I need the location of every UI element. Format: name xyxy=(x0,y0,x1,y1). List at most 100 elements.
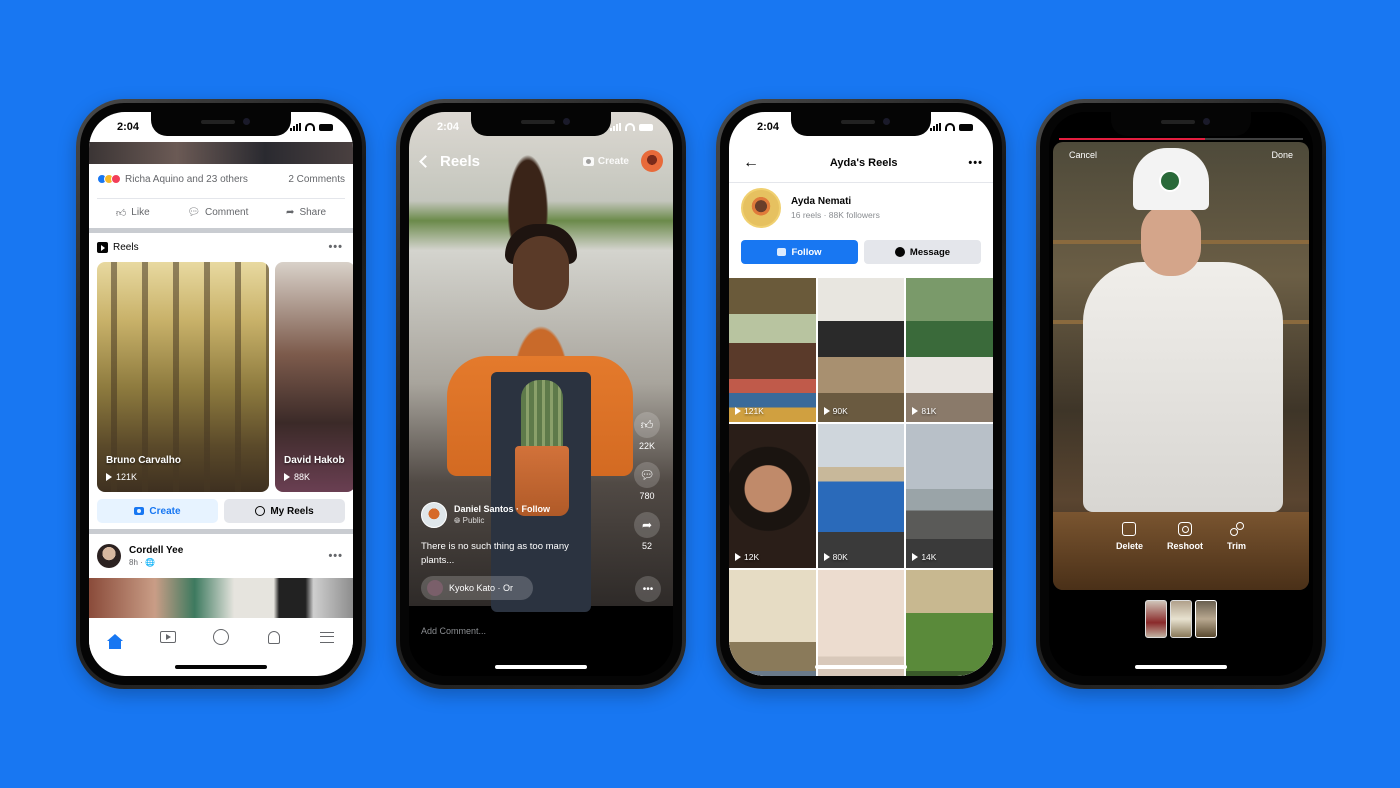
like-button[interactable]: 👍︎ Like xyxy=(116,207,150,219)
comments-count[interactable]: 2 Comments xyxy=(288,174,345,185)
reel-tile[interactable] xyxy=(817,570,905,676)
phone-screen: 2:04 Richa Aquino and 23 others 2 Commen… xyxy=(89,112,353,676)
profile-icon xyxy=(255,506,266,516)
profile-meta: 16 reels · 88K followers xyxy=(791,210,880,220)
reel-tile[interactable]: 14K xyxy=(906,424,993,568)
like-button[interactable]: 👍︎ xyxy=(634,412,660,438)
message-button[interactable]: Message xyxy=(864,240,981,264)
divider xyxy=(89,228,353,233)
status-icons xyxy=(610,123,653,131)
audio-attribution[interactable]: Kyoko Kato · Or xyxy=(421,576,533,600)
avatar[interactable] xyxy=(641,150,663,172)
comment-button[interactable]: 💬︎ Comment xyxy=(187,207,248,218)
more-options-icon[interactable]: ••• xyxy=(328,241,343,253)
phone-bezel: 2:04 Reels Create 👍︎ 22K 💬︎ 780 ➦ 52 Dan… xyxy=(400,103,682,685)
reel-caption[interactable]: There is no such thing as too many plant… xyxy=(421,540,601,568)
reshoot-button[interactable]: Reshoot xyxy=(1167,522,1203,551)
avatar[interactable] xyxy=(421,502,447,528)
reel-tile[interactable]: 90K xyxy=(817,278,905,422)
profile-name[interactable]: Ayda Nemati xyxy=(791,196,880,207)
post-author[interactable]: Cordell Yee xyxy=(129,545,183,556)
clip-thumbnail[interactable] xyxy=(1195,600,1217,638)
clip-thumbnail[interactable] xyxy=(1170,600,1192,638)
my-reels-label: My Reels xyxy=(270,505,314,517)
reels-section-header: Reels ••• xyxy=(97,236,343,258)
reel-tile[interactable] xyxy=(729,570,816,676)
reel-views: 88K xyxy=(284,472,310,482)
home-indicator xyxy=(175,665,267,669)
home-icon[interactable] xyxy=(105,629,125,649)
reel-author: Daniel Santos · Follow 🌐︎ Public xyxy=(421,502,550,528)
clip-strip xyxy=(1145,600,1217,638)
reactions-row[interactable]: Richa Aquino and 23 others 2 Comments xyxy=(89,164,353,194)
clip-thumbnail[interactable] xyxy=(1145,600,1167,638)
separator: · xyxy=(516,504,520,514)
post-header: Cordell Yee 8h · 🌐 ••• xyxy=(97,536,343,576)
post-image[interactable] xyxy=(89,578,353,618)
bottom-nav xyxy=(89,618,353,656)
create-reel-button[interactable]: Create xyxy=(97,499,218,523)
comment-icon: 💬︎ xyxy=(639,468,655,482)
shares-count: 52 xyxy=(641,541,652,551)
reels-grid: 121K 90K 81K 12K 80K 14K xyxy=(729,278,993,676)
chef xyxy=(1083,262,1283,512)
cancel-button[interactable]: Cancel xyxy=(1069,150,1097,160)
back-arrow-icon[interactable]: ← xyxy=(743,154,759,172)
notifications-icon[interactable] xyxy=(264,629,284,645)
views-count: 81K xyxy=(921,406,937,416)
author-name[interactable]: Daniel Santos xyxy=(454,504,514,514)
share-icon: ➦ xyxy=(286,207,295,218)
watch-icon[interactable] xyxy=(158,629,178,645)
my-reels-button[interactable]: My Reels xyxy=(224,499,345,523)
globe-icon: 🌐︎ xyxy=(454,516,461,525)
wifi-icon xyxy=(305,123,315,131)
like-label: Like xyxy=(131,207,150,218)
reels-section-title: Reels xyxy=(113,241,139,253)
thumbs-up-icon: 👍︎ xyxy=(640,417,654,432)
more-options-icon[interactable]: ••• xyxy=(968,157,983,169)
avatar[interactable] xyxy=(741,188,781,228)
avatar[interactable] xyxy=(97,544,121,568)
groups-icon[interactable] xyxy=(211,629,231,645)
reel-card[interactable]: David Hakob 88K xyxy=(275,262,353,492)
reel-tile[interactable] xyxy=(906,570,993,676)
done-button[interactable]: Done xyxy=(1271,150,1293,160)
wifi-icon xyxy=(625,123,635,131)
views-count: 12K xyxy=(744,552,760,562)
comment-button[interactable]: 💬︎ xyxy=(634,462,660,488)
comment-label: Comment xyxy=(205,207,249,218)
notch xyxy=(151,112,291,136)
follow-link[interactable]: Follow xyxy=(522,504,551,514)
trim-button[interactable]: Trim xyxy=(1227,522,1246,551)
reel-views: 121K xyxy=(735,406,764,416)
page-title: Reels xyxy=(440,152,481,170)
post-image[interactable] xyxy=(89,142,353,164)
reel-tile[interactable]: 121K xyxy=(729,278,816,422)
reel-tile[interactable]: 12K xyxy=(729,424,816,568)
back-icon[interactable] xyxy=(419,154,432,168)
battery-icon xyxy=(639,123,653,131)
share-button[interactable]: ➦ Share xyxy=(286,207,326,218)
delete-button[interactable]: Delete xyxy=(1116,522,1143,551)
add-comment-input[interactable]: Add Comment... xyxy=(421,626,486,636)
views-count: 90K xyxy=(832,406,848,416)
more-options-icon[interactable]: ••• xyxy=(328,550,343,562)
reel-views: 81K xyxy=(912,406,936,416)
editor-tools: Delete Reshoot Trim xyxy=(1049,522,1313,551)
play-icon xyxy=(823,553,830,561)
reactions-text: Richa Aquino and 23 others xyxy=(125,173,248,185)
divider xyxy=(89,529,353,534)
reel-tile[interactable]: 80K xyxy=(817,424,905,568)
page-header: ← Ayda's Reels ••• xyxy=(729,148,993,178)
audio-label: Kyoko Kato · Or xyxy=(449,583,514,593)
menu-icon[interactable] xyxy=(317,629,337,645)
create-button[interactable]: Create xyxy=(582,156,629,167)
more-options-icon[interactable]: ••• xyxy=(635,576,661,602)
reel-card[interactable]: Bruno Carvalho 121K xyxy=(97,262,269,492)
views-count: 80K xyxy=(832,552,848,562)
phone-reels-editor: Cancel Done Delete Reshoot Trim xyxy=(1036,99,1326,689)
phone-bezel: Cancel Done Delete Reshoot Trim xyxy=(1040,103,1322,685)
follow-button[interactable]: Follow xyxy=(741,240,858,264)
reel-tile[interactable]: 81K xyxy=(906,278,993,422)
share-button[interactable]: ➦ xyxy=(634,512,660,538)
